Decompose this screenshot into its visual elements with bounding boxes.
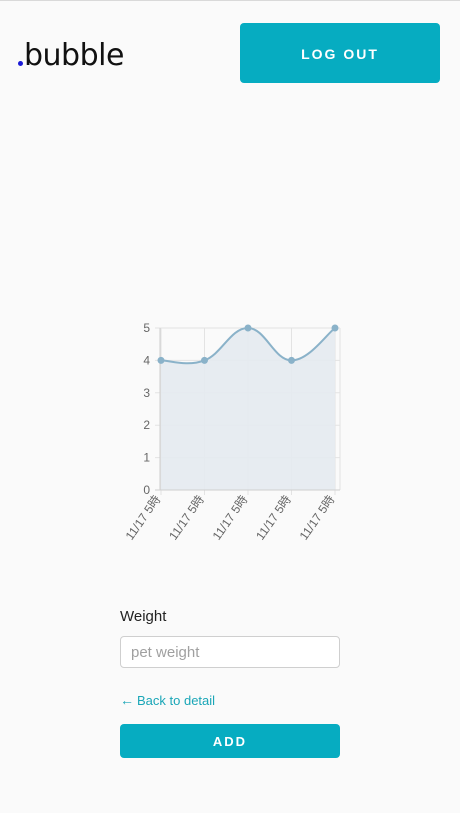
- y-tick-label: 5: [143, 321, 150, 335]
- chart-svg: 01234511/17 5時 11/17 5時 11/17 5時 11/17 5時 11…: [123, 321, 341, 543]
- arrow-left-icon: ←: [120, 692, 134, 708]
- back-to-detail-link[interactable]: ← Back to detail: [120, 692, 215, 708]
- x-tick-label: 11/17 5時: [166, 493, 207, 543]
- back-to-detail-label: Back to detail: [137, 692, 216, 708]
- logo-text: bubble: [24, 38, 124, 73]
- weight-input[interactable]: [120, 636, 340, 668]
- logo-dot: [18, 61, 23, 66]
- x-tick-label: 11/17 5時: [297, 493, 338, 543]
- data-point: [331, 324, 339, 332]
- logout-button[interactable]: LOG OUT: [240, 23, 440, 83]
- data-point: [157, 356, 165, 364]
- data-point: [244, 324, 252, 332]
- x-tick-label: 11/17 5時: [210, 493, 251, 543]
- y-tick-label: 3: [143, 386, 150, 400]
- logo: bubble: [18, 35, 124, 71]
- data-point: [288, 356, 295, 364]
- weight-chart: 0 1 2 3 4 5 11/17 5時 11/17 5時 11/17 5時 11/17 5時 11…: [110, 311, 350, 556]
- y-tick-label: 2: [143, 418, 150, 432]
- data-point: [201, 356, 208, 364]
- x-tick-label: 11/17 5時: [123, 493, 164, 543]
- weight-label: Weight: [120, 608, 167, 625]
- y-tick-label: 1: [143, 451, 150, 465]
- y-tick-label: 4: [143, 353, 150, 367]
- add-button[interactable]: ADD: [120, 724, 340, 758]
- x-tick-label: 11/17 5時: [253, 493, 294, 543]
